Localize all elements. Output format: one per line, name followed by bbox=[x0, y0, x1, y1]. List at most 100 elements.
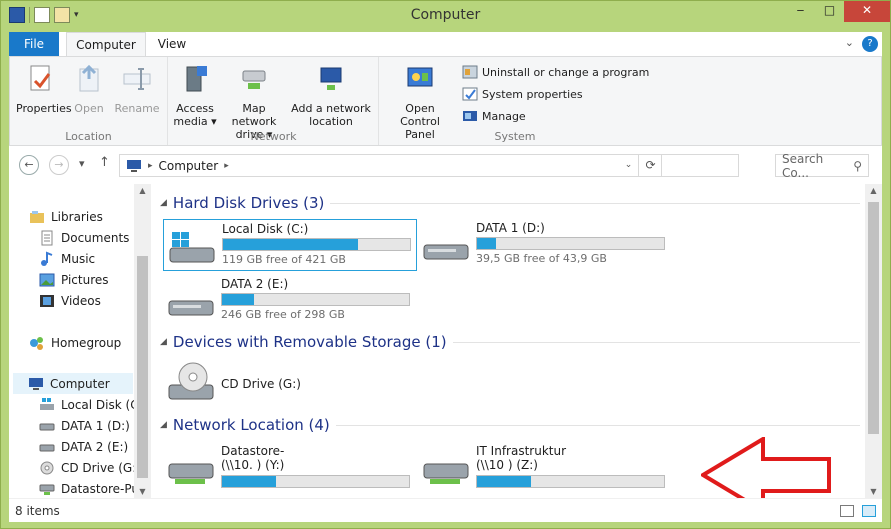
add-location-label-1: Add a network bbox=[291, 102, 371, 115]
section-divider bbox=[335, 424, 860, 426]
tab-view[interactable]: View bbox=[149, 32, 195, 56]
drive-e-free-space: 246 GB free of 298 GB bbox=[221, 308, 345, 321]
music-icon bbox=[41, 251, 53, 266]
search-box[interactable]: Search Co... ⚲ bbox=[775, 151, 869, 180]
nav-pane-scrollbar[interactable]: ▲ ▼ bbox=[134, 184, 151, 498]
drive-c-usage-fill bbox=[223, 239, 358, 250]
nav-homegroup[interactable]: Homegroup bbox=[29, 332, 121, 353]
nav-cd-drive-g[interactable]: CD Drive (G:) bbox=[39, 457, 141, 478]
network-location-icon bbox=[320, 67, 342, 90]
open-control-panel-button[interactable]: Open Control Panel bbox=[384, 63, 456, 141]
drive-data2-e[interactable]: DATA 2 (E:) 246 GB free of 298 GB bbox=[163, 275, 417, 327]
address-history-dropdown[interactable]: ⌄ bbox=[619, 154, 639, 177]
nav-videos[interactable]: Videos bbox=[39, 290, 101, 311]
control-panel-label-2: Panel bbox=[405, 128, 435, 141]
nav-datastore[interactable]: Datastore-Pus bbox=[39, 478, 145, 498]
rename-button[interactable]: Rename bbox=[113, 63, 161, 115]
drive-local-disk-c[interactable]: Local Disk (C:) 119 GB free of 421 GB bbox=[163, 219, 417, 271]
manage-icon bbox=[463, 111, 477, 121]
drive-data1-d[interactable]: DATA 1 (D:) 39,5 GB free of 43,9 GB bbox=[418, 219, 672, 271]
nav-pictures[interactable]: Pictures bbox=[39, 269, 109, 290]
search-icon[interactable]: ⚲ bbox=[853, 159, 862, 173]
nav-scroll-thumb[interactable] bbox=[137, 256, 148, 478]
collapse-chevron-icon[interactable]: ◢ bbox=[160, 337, 167, 347]
cd-drive-icon bbox=[40, 461, 54, 474]
maximize-button[interactable]: □ bbox=[815, 1, 844, 22]
nav-data2-e-label: DATA 2 (E:) bbox=[61, 439, 129, 454]
ribbon-expand-icon[interactable]: ⌄ bbox=[845, 36, 854, 52]
network-section-title: Network Location (4) bbox=[172, 416, 330, 434]
forward-button[interactable]: → bbox=[49, 155, 69, 175]
scroll-up-icon[interactable]: ▲ bbox=[865, 186, 882, 195]
system-properties-button[interactable]: System properties bbox=[462, 86, 583, 102]
nav-datastore-label: Datastore-Pus bbox=[61, 481, 146, 496]
drive-g-name: CD Drive (G:) bbox=[221, 377, 301, 391]
access-media-button[interactable]: Access media ▾ bbox=[173, 63, 217, 128]
nav-data1-d-label: DATA 1 (D:) bbox=[61, 418, 130, 433]
collapse-chevron-icon[interactable]: ◢ bbox=[160, 420, 167, 430]
media-server-icon bbox=[186, 66, 207, 92]
network-section-header[interactable]: ◢ Network Location (4) bbox=[160, 416, 860, 434]
breadcrumb-chevron-icon[interactable]: ▸ bbox=[224, 161, 229, 171]
properties-icon bbox=[30, 65, 51, 91]
nav-libraries-label: Libraries bbox=[51, 209, 103, 224]
content-scroll-thumb[interactable] bbox=[868, 202, 879, 434]
drive-it-infrastruktur-z[interactable]: IT Infrastruktur (\\10 ) (Z:) bbox=[418, 442, 672, 494]
drive-z-usage-fill bbox=[477, 476, 532, 487]
drive-cd-g[interactable]: CD Drive (G:) bbox=[163, 357, 417, 409]
section-divider bbox=[330, 202, 860, 204]
add-location-label-2: location bbox=[309, 115, 353, 128]
breadcrumb-computer[interactable]: Computer bbox=[159, 159, 219, 173]
nav-data2-e[interactable]: DATA 2 (E:) bbox=[39, 436, 128, 457]
tab-computer[interactable]: Computer bbox=[66, 32, 146, 56]
properties-button[interactable]: Properties bbox=[16, 63, 72, 115]
nav-libraries[interactable]: Libraries bbox=[29, 206, 103, 227]
network-group: Access media ▾ Map network drive ▾ Add a… bbox=[169, 57, 379, 145]
details-view-icon[interactable] bbox=[840, 504, 854, 517]
minimize-button[interactable]: ‒ bbox=[786, 1, 815, 22]
rename-icon bbox=[123, 68, 151, 90]
add-network-location-button[interactable]: Add a network location bbox=[291, 63, 371, 128]
location-group: Properties Open Rename Location bbox=[10, 57, 168, 145]
back-button[interactable]: ← bbox=[19, 155, 39, 175]
up-arrow-icon[interactable]: ↑ bbox=[99, 155, 110, 170]
uninstall-program-button[interactable]: Uninstall or change a program bbox=[462, 64, 649, 80]
nav-music[interactable]: Music bbox=[39, 248, 95, 269]
view-switcher bbox=[840, 504, 876, 517]
hdd-section-header[interactable]: ◢ Hard Disk Drives (3) bbox=[160, 194, 860, 212]
videos-icon bbox=[40, 294, 54, 307]
recent-locations-icon[interactable]: ▾ bbox=[79, 157, 85, 170]
network-drive-icon bbox=[242, 70, 266, 89]
tiles-view-icon[interactable] bbox=[862, 504, 876, 517]
open-button[interactable]: Open bbox=[70, 63, 108, 115]
uninstall-icon bbox=[462, 65, 478, 79]
drive-c-free-space: 119 GB free of 421 GB bbox=[222, 253, 346, 266]
nav-computer[interactable]: Computer bbox=[13, 373, 133, 394]
drive-e-usage-fill bbox=[222, 294, 254, 305]
nav-documents[interactable]: Documents bbox=[39, 227, 129, 248]
drive-z-usage-bar bbox=[476, 475, 665, 488]
ribbon-tabs: File Computer View ⌄ ? bbox=[9, 32, 882, 56]
collapse-chevron-icon[interactable]: ◢ bbox=[160, 198, 167, 208]
search-placeholder: Search Co... bbox=[782, 151, 824, 180]
scroll-up-icon[interactable]: ▲ bbox=[134, 186, 151, 195]
nav-local-disk-c[interactable]: Local Disk (C:) bbox=[39, 394, 147, 415]
content-scrollbar[interactable]: ▲ ▼ bbox=[865, 184, 882, 498]
drive-y-usage-bar bbox=[221, 475, 410, 488]
tab-file[interactable]: File bbox=[9, 32, 59, 56]
nav-data1-d[interactable]: DATA 1 (D:) bbox=[39, 415, 130, 436]
drive-datastore-y[interactable]: Datastore- (\\10. ) (Y:) bbox=[163, 442, 417, 494]
scroll-down-icon[interactable]: ▼ bbox=[134, 487, 151, 496]
nav-music-label: Music bbox=[61, 251, 96, 266]
help-icon[interactable]: ? bbox=[862, 36, 878, 52]
nav-cd-drive-g-label: CD Drive (G:) bbox=[61, 460, 141, 475]
close-button[interactable]: ✕ bbox=[844, 1, 890, 22]
scroll-down-icon[interactable]: ▼ bbox=[865, 487, 882, 496]
breadcrumb-separator-icon[interactable]: ▸ bbox=[148, 161, 153, 171]
computer-icon bbox=[127, 159, 141, 172]
system-properties-icon bbox=[462, 87, 478, 101]
manage-button[interactable]: Manage bbox=[462, 108, 526, 124]
access-media-label-1: Access bbox=[176, 102, 214, 115]
refresh-button[interactable]: ⟳ bbox=[640, 154, 662, 177]
removable-section-header[interactable]: ◢ Devices with Removable Storage (1) bbox=[160, 333, 860, 351]
